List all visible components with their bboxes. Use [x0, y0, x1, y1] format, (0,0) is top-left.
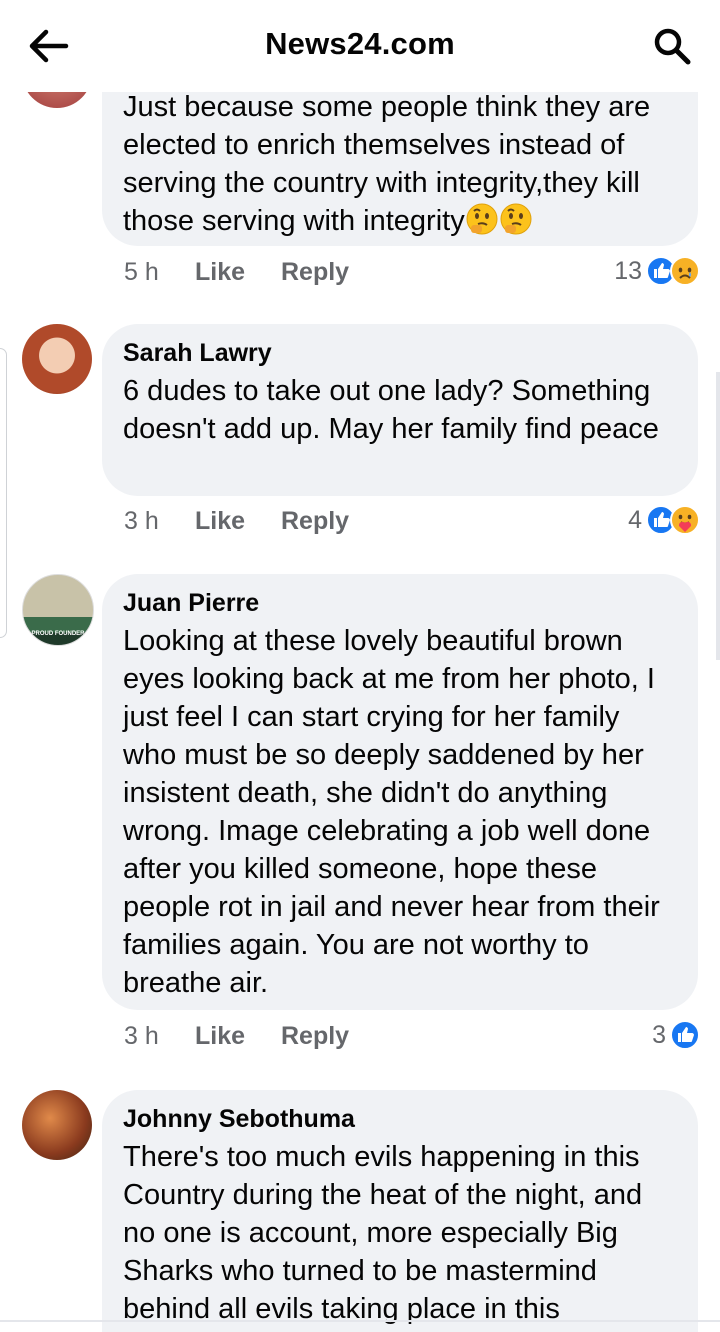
- comment-author[interactable]: Johnny Sebothuma: [123, 1104, 676, 1134]
- like-reaction-icon: [670, 1020, 700, 1050]
- reaction-count: 3: [652, 1020, 666, 1049]
- comments-feed[interactable]: Just because some people think they are …: [0, 0, 720, 1332]
- comment-text: Just because some people think they are …: [123, 91, 651, 237]
- care-reaction-icon: [670, 505, 700, 535]
- comment-bubble[interactable]: Johnny Sebothuma There's too much evils …: [102, 1090, 698, 1332]
- comment-timestamp: 3 h: [124, 1022, 159, 1050]
- comment-actions: 5 h Like Reply 13: [124, 256, 700, 292]
- reply-button[interactable]: Reply: [281, 1022, 349, 1051]
- avatar[interactable]: [22, 324, 92, 394]
- comment-actions: 3 h Like Reply 3: [124, 1020, 700, 1056]
- reply-button[interactable]: Reply: [281, 507, 349, 536]
- comment-text: Looking at these lovely beautiful brown …: [123, 625, 660, 999]
- like-button[interactable]: Like: [195, 507, 245, 536]
- comment-author[interactable]: Sarah Lawry: [123, 338, 676, 368]
- thinking-face-emoji-icon: [466, 203, 498, 235]
- reaction-count: 4: [628, 505, 642, 534]
- comment-actions: 3 h Like Reply 4: [124, 505, 700, 541]
- thinking-face-emoji-icon: [500, 203, 532, 235]
- comment-timestamp: 5 h: [124, 258, 159, 286]
- reaction-count: 13: [614, 256, 642, 285]
- avatar[interactable]: PROUD FOUNDER: [22, 574, 94, 646]
- sad-reaction-icon: [670, 256, 700, 286]
- comment-text: There's too much evils happening in this…: [123, 1141, 643, 1325]
- left-edge-panel: [0, 348, 7, 638]
- search-button[interactable]: [652, 26, 692, 66]
- comment-timestamp: 3 h: [124, 507, 159, 535]
- comment-bubble[interactable]: Juan Pierre Looking at these lovely beau…: [102, 574, 698, 1010]
- like-button[interactable]: Like: [195, 1022, 245, 1051]
- comment-bubble[interactable]: Sarah Lawry 6 dudes to take out one lady…: [102, 324, 698, 496]
- top-bar: News24.com: [0, 0, 720, 92]
- reactions-summary[interactable]: 13: [614, 254, 700, 288]
- avatar-badge: PROUD FOUNDER: [31, 631, 85, 637]
- reply-button[interactable]: Reply: [281, 258, 349, 287]
- scrollbar[interactable]: [716, 372, 720, 660]
- bottom-divider: [0, 1320, 720, 1322]
- page-title: News24.com: [265, 26, 455, 61]
- comment-text: 6 dudes to take out one lady? Something …: [123, 375, 659, 445]
- search-icon: [654, 28, 691, 65]
- avatar[interactable]: [22, 1090, 92, 1160]
- comment-author[interactable]: Juan Pierre: [123, 588, 676, 618]
- reactions-summary[interactable]: 3: [652, 1018, 700, 1052]
- reactions-summary[interactable]: 4: [628, 503, 700, 537]
- like-button[interactable]: Like: [195, 258, 245, 287]
